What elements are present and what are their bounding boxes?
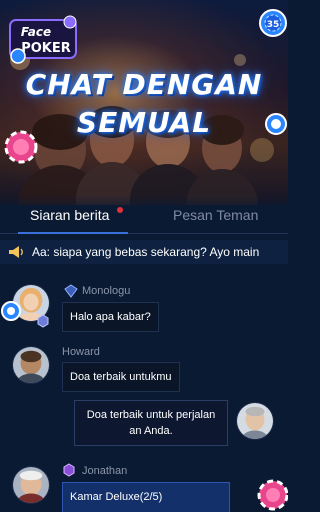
headline-line2: SEMUAL	[76, 106, 212, 139]
headline-line1: CHAT DENGAN	[25, 68, 263, 101]
username: Monologu	[82, 285, 131, 297]
username: Howard	[62, 346, 100, 358]
tab-bar: Siaran berita Pesan Teman	[0, 195, 288, 237]
avatar[interactable]	[236, 402, 274, 440]
announcement-bar[interactable]: Aa: siapa yang bebas sekarang? Ayo main	[0, 240, 288, 264]
message-bubble[interactable]: Kamar Deluxe(2/5)	[62, 482, 230, 512]
svg-text:35: 35	[267, 20, 280, 30]
svg-text:Face: Face	[21, 25, 51, 39]
message-line: Doa terbaik untuk perjalan	[86, 409, 216, 421]
message-bubble: Doa terbaik untukmu	[62, 362, 180, 392]
avatar[interactable]	[12, 466, 50, 504]
message-bubble: Doa terbaik untuk perjalan an Anda.	[74, 400, 228, 446]
svg-text:POKER: POKER	[21, 41, 71, 56]
username: Jonathan	[82, 465, 128, 477]
poker-chip-icon	[1, 301, 21, 321]
level-badge-icon	[64, 284, 78, 298]
promo-banner: Face POKER CHAT DENGAN SEMUAL 35	[0, 0, 288, 205]
active-tab-indicator	[18, 232, 128, 234]
notification-dot	[117, 207, 123, 213]
face-poker-logo: Face POKER	[9, 15, 77, 64]
tab-pesan-teman[interactable]: Pesan Teman	[173, 207, 258, 223]
tab-siaran-berita[interactable]: Siaran berita	[30, 207, 109, 223]
announcement-text: Aa: siapa yang bebas sekarang? Ayo main	[32, 245, 260, 259]
vip-badge-icon	[63, 463, 75, 477]
message-bubble: Halo apa kabar?	[62, 302, 159, 332]
poker-chip-icon	[257, 479, 288, 511]
message-line: an Anda.	[129, 425, 173, 437]
poker-chip-icon: 35	[259, 9, 287, 37]
chat-list[interactable]: Monologu Halo apa kabar? Howard Doa terb…	[0, 264, 288, 512]
vip-badge-icon	[37, 314, 49, 328]
poker-chip-icon	[4, 130, 38, 164]
poker-chip-icon	[265, 113, 287, 135]
avatar[interactable]	[12, 346, 50, 384]
megaphone-icon	[9, 246, 23, 258]
